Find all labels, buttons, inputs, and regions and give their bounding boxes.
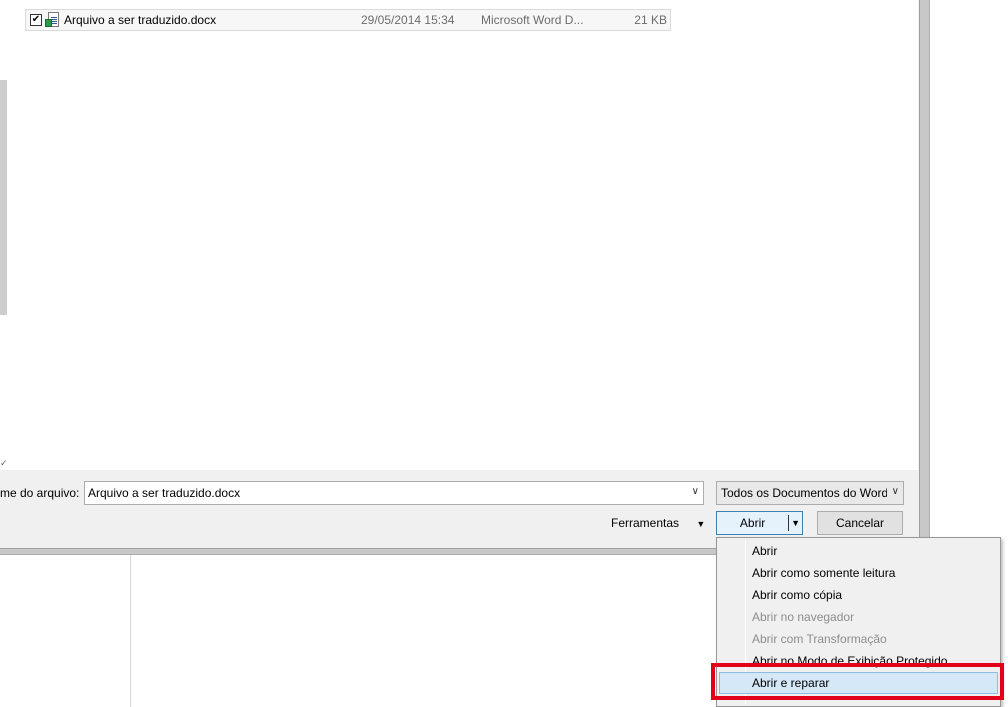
tools-button[interactable]: Ferramentas ▼ (611, 516, 705, 530)
file-name: Arquivo a ser traduzido.docx (64, 13, 217, 27)
menu-item-open-as-copy[interactable]: Abrir como cópia (719, 584, 998, 606)
file-type: Microsoft Word D... (481, 13, 584, 27)
collapse-arrow-icon[interactable]: ✓ (0, 458, 8, 469)
cancel-button[interactable]: Cancelar (817, 511, 903, 535)
filename-input[interactable] (88, 486, 678, 500)
red-highlight-box (711, 663, 1004, 700)
checkbox[interactable]: ✔ (30, 14, 42, 26)
chevron-down-icon[interactable]: ∨ (891, 486, 899, 497)
file-date: 29/05/2014 15:34 (361, 13, 455, 27)
menu-item-open-read-only[interactable]: Abrir como somente leitura (719, 562, 998, 584)
file-type-select[interactable]: Todos os Documentos do Word ∨ (716, 481, 904, 505)
chevron-down-icon[interactable]: ∨ (692, 486, 699, 497)
menu-item-open[interactable]: Abrir (719, 540, 998, 562)
menu-item-open-with-transform: Abrir com Transformação (752, 632, 887, 646)
open-split-button[interactable]: Abrir ▼ (716, 511, 803, 535)
file-list: ✔ Arquivo a ser traduzido.docx 29/05/201… (9, 0, 918, 470)
open-file-dialog: ✓ ✔ Arquivo a ser traduzido.docx 29/05/2… (0, 0, 930, 555)
open-button[interactable]: Abrir (717, 516, 788, 530)
word-document-icon (45, 12, 59, 28)
triangle-down-icon: ▼ (696, 519, 706, 529)
file-size: 21 KB (634, 13, 667, 27)
filename-label: me do arquivo: (0, 486, 80, 500)
navigation-scrollbar[interactable] (0, 80, 7, 315)
document-ruler-line (130, 555, 131, 707)
background-area (930, 0, 1008, 555)
tools-label: Ferramentas (611, 516, 680, 530)
file-type-value: Todos os Documentos do Word (721, 486, 887, 500)
file-row[interactable]: ✔ Arquivo a ser traduzido.docx 29/05/201… (25, 9, 671, 31)
dialog-frame-right (919, 0, 929, 554)
filename-combobox[interactable]: ∨ (84, 481, 704, 505)
menu-item-open-in-browser: Abrir no navegador (752, 610, 855, 624)
triangle-down-icon[interactable]: ▼ (789, 518, 802, 528)
navigation-pane: ✓ (0, 0, 9, 470)
